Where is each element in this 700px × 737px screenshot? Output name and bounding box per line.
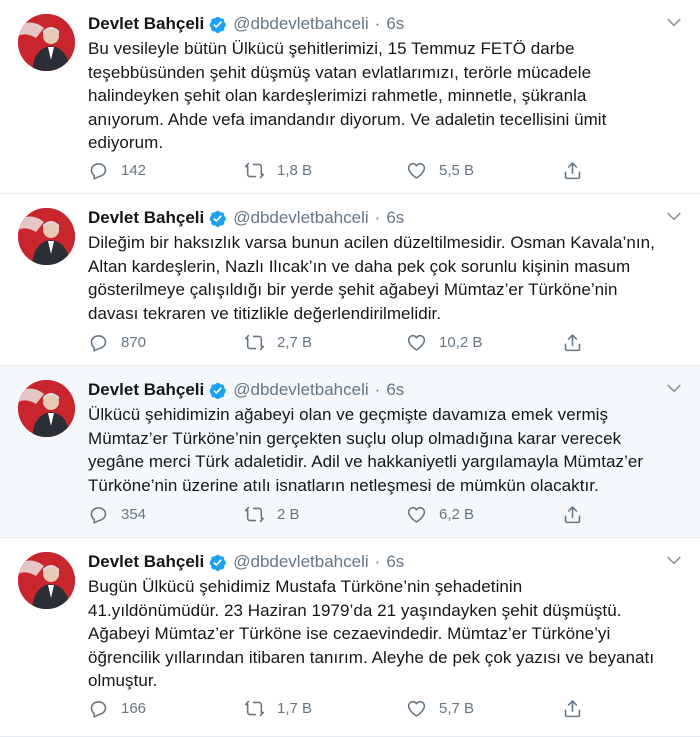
separator-dot: · (374, 14, 381, 33)
share-button[interactable] (562, 330, 595, 354)
reply-icon (90, 700, 107, 718)
avatar-image (18, 552, 75, 609)
tweet-actions: 142 1,8 B 5,5 B (88, 158, 608, 182)
retweet-button[interactable]: 1,7 B (244, 696, 312, 720)
separator-dot: · (374, 208, 381, 227)
avatar-image (18, 14, 75, 71)
heart-icon (407, 506, 426, 523)
reply-icon (90, 162, 107, 180)
retweet-count: 2 B (277, 505, 300, 523)
chevron-down-icon[interactable] (664, 206, 684, 226)
share-icon (564, 161, 581, 179)
avatar-image (18, 380, 75, 437)
author-handle[interactable]: @dbdevletbahceli (233, 552, 368, 572)
retweet-icon (244, 506, 265, 522)
verified-badge-icon (209, 382, 227, 399)
author-name[interactable]: Devlet Bahçeli (88, 552, 204, 572)
reply-count: 166 (121, 699, 147, 717)
retweet-icon (244, 334, 265, 350)
tweet-actions: 166 1,7 B 5,7 B (88, 696, 608, 720)
share-button[interactable] (562, 696, 595, 720)
author-name[interactable]: Devlet Bahçeli (88, 380, 204, 400)
retweet-icon (244, 700, 265, 716)
like-count: 6,2 B (439, 505, 475, 523)
tweet[interactable]: Devlet Bahçeli @dbdevletbahceli · 6s Ülk… (0, 366, 700, 538)
retweet-count: 1,7 B (277, 699, 313, 717)
reply-icon (90, 334, 107, 352)
author-handle[interactable]: @dbdevletbahceli (233, 208, 368, 228)
verified-badge-icon (209, 16, 227, 33)
separator-dot: · (374, 380, 381, 399)
avatar[interactable] (18, 552, 75, 609)
author-handle[interactable]: @dbdevletbahceli (233, 380, 368, 400)
timestamp[interactable]: 6s (386, 208, 404, 228)
timestamp[interactable]: 6s (386, 552, 404, 572)
tweet-text: Ülkücü şehidimizin ağabeyi olan ve geçmi… (88, 405, 644, 495)
reply-button[interactable]: 354 (88, 502, 146, 526)
heart-icon (407, 334, 426, 351)
like-count: 5,7 B (439, 699, 475, 717)
reply-button[interactable]: 142 (88, 158, 146, 182)
retweet-count: 2,7 B (277, 333, 313, 351)
like-button[interactable]: 5,5 B (406, 158, 474, 182)
heart-icon (407, 162, 426, 179)
retweet-count: 1,8 B (277, 161, 313, 179)
timestamp[interactable]: 6s (386, 14, 404, 34)
share-icon (564, 505, 581, 523)
retweet-button[interactable]: 2,7 B (244, 330, 312, 354)
author-handle[interactable]: @dbdevletbahceli (233, 14, 368, 34)
heart-icon (407, 700, 426, 717)
avatar[interactable] (18, 380, 75, 437)
author-name[interactable]: Devlet Bahçeli (88, 208, 204, 228)
timestamp[interactable]: 6s (386, 380, 404, 400)
reply-button[interactable]: 166 (88, 696, 146, 720)
retweet-button[interactable]: 1,8 B (244, 158, 312, 182)
tweet[interactable]: Devlet Bahçeli @dbdevletbahceli · 6s Bug… (0, 538, 700, 737)
author-name[interactable]: Devlet Bahçeli (88, 14, 204, 34)
chevron-down-icon[interactable] (664, 12, 684, 32)
like-count: 10,2 B (439, 333, 483, 351)
tweet-text: Dileğim bir haksızlık varsa bunun acilen… (88, 233, 655, 323)
separator-dot: · (374, 552, 381, 571)
chevron-down-icon[interactable] (664, 378, 684, 398)
reply-button[interactable]: 870 (88, 330, 146, 354)
tweet[interactable]: Devlet Bahçeli @dbdevletbahceli · 6s Dil… (0, 194, 700, 366)
avatar-image (18, 208, 75, 265)
reply-count: 354 (121, 505, 147, 523)
reply-count: 142 (121, 161, 147, 179)
share-button[interactable] (562, 502, 595, 526)
tweet-actions: 354 2 B 6,2 B (88, 502, 608, 526)
reply-icon (90, 506, 107, 524)
chevron-down-icon[interactable] (664, 550, 684, 570)
retweet-button[interactable]: 2 B (244, 502, 300, 526)
like-button[interactable]: 5,7 B (406, 696, 474, 720)
retweet-icon (244, 162, 265, 178)
tweet-text: Bugün Ülkücü şehidimiz Mustafa Türköne’n… (88, 577, 655, 690)
like-button[interactable]: 10,2 B (406, 330, 482, 354)
tweet[interactable]: Devlet Bahçeli @dbdevletbahceli · 6s Bu … (0, 0, 700, 194)
avatar[interactable] (18, 14, 75, 71)
share-button[interactable] (562, 158, 595, 182)
reply-count: 870 (121, 333, 147, 351)
avatar[interactable] (18, 208, 75, 265)
share-icon (564, 333, 581, 351)
like-count: 5,5 B (439, 161, 475, 179)
verified-badge-icon (209, 554, 227, 571)
verified-badge-icon (209, 210, 227, 227)
tweet-actions: 870 2,7 B 10,2 B (88, 330, 608, 354)
share-icon (564, 699, 581, 717)
like-button[interactable]: 6,2 B (406, 502, 474, 526)
tweet-text: Bu vesileyle bütün Ülkücü şehitlerimizi,… (88, 39, 607, 152)
